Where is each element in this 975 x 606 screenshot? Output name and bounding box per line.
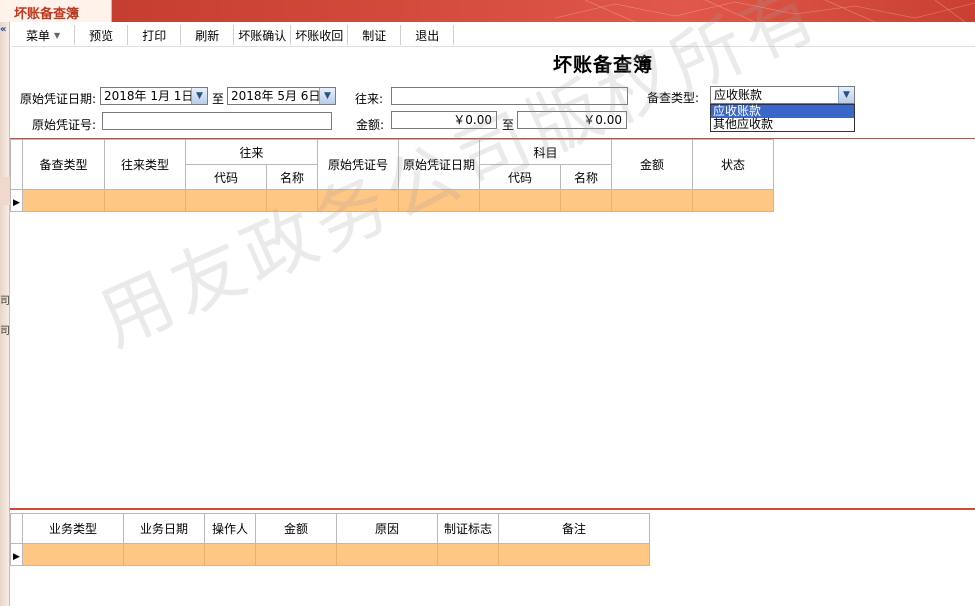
amount-label: 金额: [356,118,385,132]
to-label: 至 [212,92,225,106]
col-counterparty-name[interactable]: 名称 [266,164,318,190]
table-row[interactable]: ▶ [10,189,774,212]
voucher-no-label: 原始凭证号: [32,118,97,132]
col-business-date[interactable]: 业务日期 [123,513,205,544]
recover-bad-debt-label: 坏账收回 [295,28,344,43]
detail-grid: 业务类型 业务日期 操作人 金额 原因 制证标志 备注 ▶ [10,513,650,566]
col-group-subject: 科目 [479,139,612,165]
confirm-bad-debt-label: 坏账确认 [238,28,287,43]
check-type-dropdown-list[interactable]: 应收账款 其他应收款 [710,104,855,132]
exit-button[interactable]: 退出 [401,25,455,45]
col-counterparty-type[interactable]: 往来类型 [104,139,186,190]
col-check-type[interactable]: 备查类型 [22,139,105,190]
col-operator[interactable]: 操作人 [204,513,256,544]
date-from-picker[interactable]: 2018年 1月 1日 ▼ [100,87,208,105]
preview-button[interactable]: 预览 [75,25,129,45]
voucher-date-label: 原始凭证日期: [20,92,97,106]
menu-button-label: 菜单 [26,28,51,43]
amount-to-input[interactable]: ￥0.00 [517,111,627,129]
left-collapsed-panel: « 司 司 [0,22,10,606]
chevron-down-icon[interactable]: ▼ [838,87,854,103]
make-voucher-button[interactable]: 制证 [348,25,402,45]
date-from-value: 2018年 1月 1日 [104,89,194,103]
col-amount[interactable]: 金额 [255,513,337,544]
col-counterparty-code[interactable]: 代码 [185,164,267,190]
main-grid-panel: 备查类型 往来类型 往来 原始凭证号 原始凭证日期 科目 金额 状态 代码 名称… [10,138,975,510]
preview-button-label: 预览 [89,28,114,43]
make-voucher-label: 制证 [362,28,387,43]
page-title: 坏账备查簿 [553,54,654,76]
counterparty-input[interactable] [391,87,628,105]
row-pointer-icon: ▶ [13,551,20,562]
dropdown-option-other-receivable[interactable]: 其他应收款 [711,118,854,131]
check-type-select[interactable]: 应收账款 ▼ [710,86,855,104]
col-reason[interactable]: 原因 [336,513,438,544]
toolbar: 菜单 ▼ 预览 打印 刷新 坏账确认 坏账收回 制证 退出 [12,24,975,47]
amount-from-input[interactable]: ￥0.00 [391,111,497,129]
confirm-bad-debt-button[interactable]: 坏账确认 [234,25,292,45]
counterparty-label: 往来: [355,92,384,106]
title-bar-decoration [555,0,975,22]
detail-grid-panel: 业务类型 业务日期 操作人 金额 原因 制证标志 备注 ▶ [10,513,975,606]
date-to-value: 2018年 5月 6日 [231,89,321,103]
left-panel-marker [0,177,10,205]
row-pointer-icon: ▶ [13,197,20,208]
refresh-button-label: 刷新 [195,28,220,43]
chevron-down-icon[interactable]: ▼ [191,88,207,104]
col-business-type[interactable]: 业务类型 [22,513,124,544]
col-remark[interactable]: 备注 [498,513,650,544]
voucher-no-input[interactable] [102,112,332,130]
check-type-value: 应收账款 [714,88,763,102]
date-to-picker[interactable]: 2018年 5月 6日 ▼ [227,87,336,105]
col-subject-name[interactable]: 名称 [560,164,612,190]
to-label: 至 [502,118,515,132]
print-button[interactable]: 打印 [128,25,182,45]
check-type-label: 备查类型: [647,91,700,105]
table-row[interactable]: ▶ [10,543,650,566]
title-bar: 坏账备查簿 [0,0,975,22]
refresh-button[interactable]: 刷新 [181,25,235,45]
chevron-down-icon[interactable]: ▼ [319,88,335,104]
col-subject-code[interactable]: 代码 [479,164,561,190]
collapse-arrow-icon[interactable]: « [0,24,6,35]
col-status[interactable]: 状态 [692,139,774,190]
left-panel-char: 司 [0,296,10,307]
exit-button-label: 退出 [415,28,440,43]
col-voucher-date[interactable]: 原始凭证日期 [398,139,480,190]
recover-bad-debt-button[interactable]: 坏账收回 [291,25,349,45]
dropdown-caret-icon: ▼ [54,30,61,40]
window-tab-title: 坏账备查簿 [14,7,80,22]
window-tab[interactable]: 坏账备查簿 [0,0,112,22]
col-group-counterparty: 往来 [185,139,318,165]
main-grid: 备查类型 往来类型 往来 原始凭证号 原始凭证日期 科目 金额 状态 代码 名称… [10,139,774,212]
left-panel-char: 司 [0,326,10,337]
col-voucher-no[interactable]: 原始凭证号 [317,139,399,190]
col-amount[interactable]: 金额 [611,139,693,190]
print-button-label: 打印 [142,28,167,43]
col-voucher-flag[interactable]: 制证标志 [437,513,499,544]
menu-button[interactable]: 菜单 ▼ [12,25,76,45]
